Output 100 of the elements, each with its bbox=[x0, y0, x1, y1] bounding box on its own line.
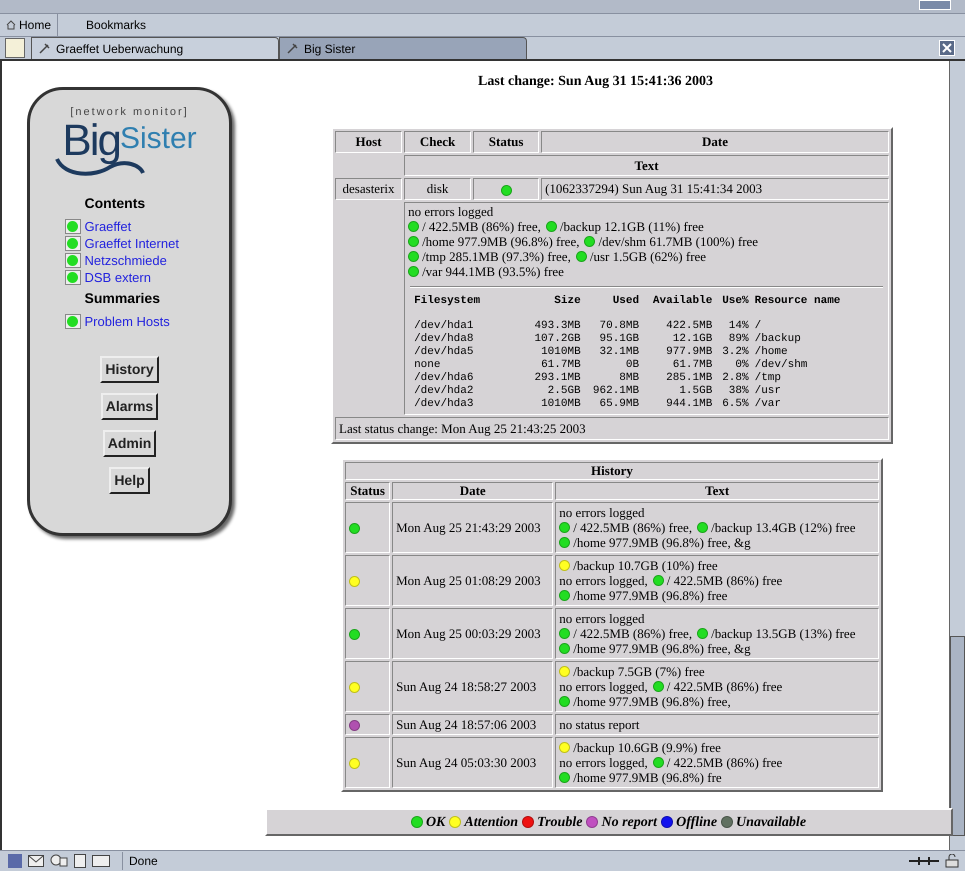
status-dot-frame bbox=[64, 218, 80, 234]
menu-item[interactable]: Bookmarks bbox=[80, 14, 152, 36]
table-cell: 65.9MB bbox=[580, 398, 640, 410]
table-cell: 962.1MB bbox=[580, 384, 640, 398]
table-cell: Sun Aug 24 18:57:06 2003 bbox=[392, 714, 554, 735]
status-text: /tmp 285.1MB (97.3%) free, bbox=[422, 248, 571, 264]
scrollbar[interactable] bbox=[949, 61, 965, 850]
padlock-icon bbox=[945, 854, 959, 868]
status-footer: Last status change: Mon Aug 25 21:43:25 2003 bbox=[335, 416, 889, 440]
status-text: /home 977.9MB (96.8%) fre bbox=[573, 770, 722, 785]
new-tab-icon[interactable] bbox=[5, 38, 25, 58]
status-text: /usr 1.5GB (62%) free bbox=[590, 248, 706, 264]
section-title: Summaries bbox=[84, 288, 161, 308]
status-text: /home 977.9MB (96.8%) free, &g bbox=[573, 535, 751, 550]
table-cell: /backup bbox=[748, 332, 885, 346]
status-text: /var 944.1MB (93.5%) free bbox=[422, 264, 564, 278]
window-control-icon[interactable] bbox=[919, 0, 951, 10]
nav-button[interactable]: History bbox=[100, 356, 159, 382]
table-cell: 0B bbox=[580, 358, 640, 372]
table-cell-text: /dev/hda2 bbox=[413, 384, 474, 398]
last-change-text: Last change: Sun Aug 31 15:41:36 2003 bbox=[478, 73, 713, 91]
status-text: /backup 10.7GB (10%) free bbox=[573, 558, 718, 573]
table-cell: /usr bbox=[748, 384, 885, 398]
host-link[interactable]: Problem Hosts bbox=[64, 312, 194, 330]
table-cell: Sun Aug 24 05:03:30 2003 bbox=[392, 737, 554, 788]
table-cell: 1.5GB bbox=[639, 384, 712, 398]
table-cell: 32.1MB bbox=[580, 346, 640, 358]
table-cell-text: /dev/hda3 bbox=[413, 398, 474, 410]
table-cell-text: 38% bbox=[728, 384, 749, 398]
column-header: Available bbox=[652, 294, 712, 308]
status-text: / 422.5MB (86%) free bbox=[666, 755, 782, 770]
column-header: Used bbox=[580, 294, 640, 320]
status-text: / 422.5MB (86%) free bbox=[666, 679, 782, 694]
column-header: Status bbox=[473, 131, 540, 152]
table-cell-text: 2.8% bbox=[721, 372, 749, 384]
scrollbar-thumb[interactable] bbox=[950, 636, 965, 836]
nav-button[interactable]: Help bbox=[109, 466, 150, 494]
status-dot-frame bbox=[64, 314, 80, 328]
status-dot-frame bbox=[64, 252, 80, 268]
table-cell-text: /dev/hda8 bbox=[413, 332, 474, 346]
notebook-icon[interactable] bbox=[74, 854, 86, 868]
table-cell-text: 14% bbox=[728, 320, 749, 332]
table-cell-text: 493.3MB bbox=[533, 320, 581, 332]
host-link[interactable]: DSB extern bbox=[64, 268, 194, 286]
browser-tab[interactable]: Graeffet Ueberwachung bbox=[31, 37, 279, 59]
table-cell: /tmp bbox=[748, 372, 885, 384]
table-cell-text: 89% bbox=[728, 332, 749, 346]
status-text: /backup 13.4GB (12%) free bbox=[711, 520, 856, 535]
host-link[interactable]: Graeffet bbox=[64, 218, 194, 234]
column-header: Filesystem bbox=[413, 294, 482, 308]
table-cell-text: 6.5% bbox=[721, 398, 749, 410]
table-cell-text: 3.2% bbox=[721, 346, 749, 358]
table-cell-text: 107.2GB bbox=[533, 332, 581, 346]
table-cell-text: /dev/hda6 bbox=[413, 372, 474, 384]
legend-label: Attention bbox=[464, 814, 518, 832]
table-cell: Sun Aug 24 18:58:27 2003 bbox=[392, 661, 554, 712]
status-text: /dev/shm 61.7MB (100%) free bbox=[598, 234, 758, 248]
table-cell: (1062337294) Sun Aug 31 15:41:34 2003 bbox=[541, 178, 889, 200]
menu-item[interactable]: Home bbox=[0, 14, 58, 36]
nav-button[interactable]: Alarms bbox=[100, 392, 158, 420]
table-title: History bbox=[345, 462, 879, 480]
table-cell-text: 2.5GB bbox=[546, 384, 581, 398]
logo-word: Sister bbox=[120, 120, 197, 156]
table-cell: 944.1MB bbox=[639, 398, 712, 410]
column-header: Date bbox=[541, 131, 889, 152]
table-cell: desasterix bbox=[335, 178, 402, 200]
host-link[interactable]: Graeffet Internet bbox=[64, 234, 194, 252]
pin-icon bbox=[286, 42, 298, 54]
table-cell: 422.5MB bbox=[639, 320, 712, 332]
table-cell: /dev/shm bbox=[748, 358, 885, 372]
status-text: no errors logged, bbox=[559, 755, 648, 770]
table-cell-text: /dev/hda1 bbox=[413, 320, 474, 332]
close-icon[interactable] bbox=[939, 40, 955, 56]
status-text: no errors logged, bbox=[559, 679, 648, 694]
column-header: Status bbox=[345, 482, 390, 500]
nav-button[interactable]: Admin bbox=[102, 430, 156, 456]
host-link[interactable]: Netzschmiede bbox=[64, 252, 194, 268]
status-text: no errors logged, bbox=[559, 573, 648, 588]
table-cell-text: /dev/hda5 bbox=[413, 346, 474, 358]
status-text: /backup 10.6GB (9.9%) free bbox=[573, 740, 721, 755]
table-cell: 70.8MB bbox=[580, 320, 640, 332]
pin-icon bbox=[38, 42, 50, 54]
browser-tab[interactable]: Big Sister bbox=[279, 37, 527, 59]
status-text: / 422.5MB (86%) free, bbox=[422, 218, 541, 234]
legend-label: Unavailable bbox=[736, 814, 806, 832]
column-header: Date bbox=[392, 482, 554, 500]
column-header: Size bbox=[553, 294, 581, 308]
home-icon bbox=[6, 20, 16, 30]
status-text: / 422.5MB (86%) free, bbox=[573, 626, 692, 641]
mail-icon[interactable] bbox=[28, 855, 44, 867]
column-header: Check bbox=[404, 131, 472, 152]
legend-label: No report bbox=[601, 814, 658, 832]
status-text: / 422.5MB (86%) free bbox=[666, 573, 782, 588]
column-header: Text bbox=[404, 154, 889, 176]
plug-icon bbox=[909, 855, 939, 867]
status-text: /backup 7.5GB (7%) free bbox=[573, 664, 705, 679]
table-cell: /var bbox=[748, 398, 885, 410]
status-text: /backup 12.1GB (11%) free bbox=[560, 218, 704, 234]
status-text: / 422.5MB (86%) free, bbox=[573, 520, 692, 535]
table-cell-text: 293.1MB bbox=[533, 372, 581, 384]
